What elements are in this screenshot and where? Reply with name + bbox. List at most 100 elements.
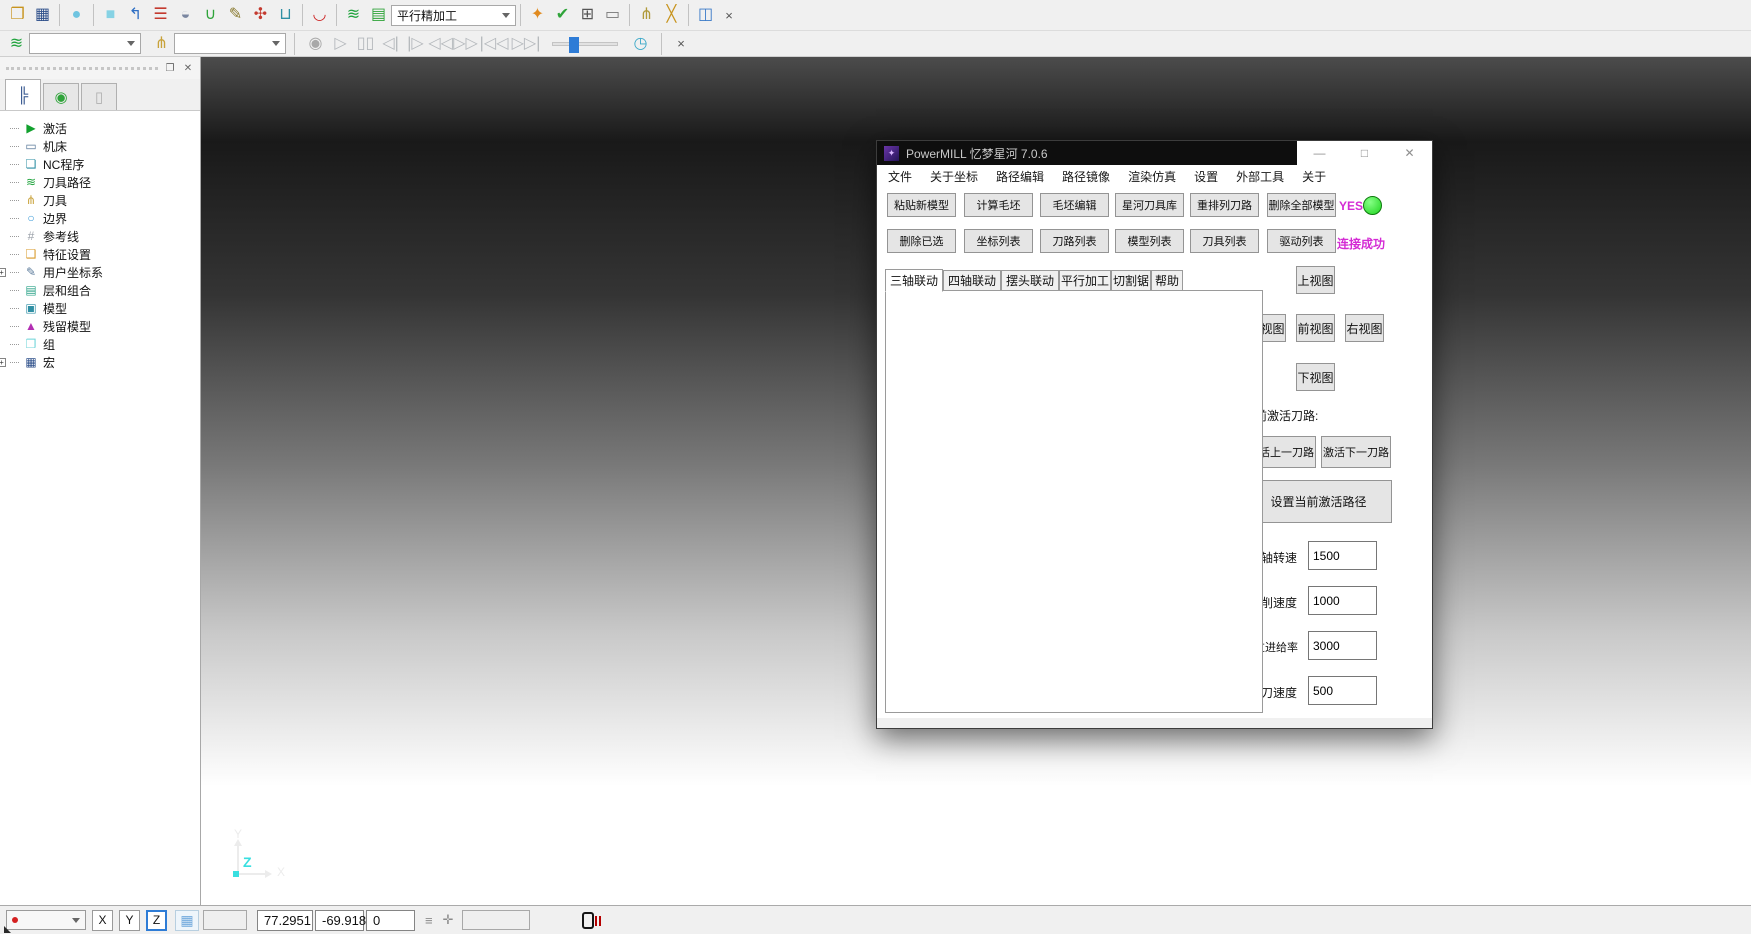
swap-tools-icon[interactable]: ╳: [659, 3, 684, 27]
delete-all-models-button[interactable]: 删除全部模型: [1267, 193, 1336, 217]
tab-saw[interactable]: 切割锯: [1111, 270, 1151, 291]
expand-icon[interactable]: +: [0, 268, 6, 277]
rewind-icon[interactable]: ◁◁: [428, 32, 453, 56]
step-back-icon[interactable]: ◁|: [378, 32, 403, 56]
calc-stock-button[interactable]: 计算毛坯: [964, 193, 1033, 217]
tool-select[interactable]: [174, 33, 286, 54]
simulation-speed-slider[interactable]: [552, 42, 618, 46]
expand-icon[interactable]: +: [0, 358, 6, 367]
toolpath-green-icon[interactable]: ≋: [4, 32, 29, 56]
menu-external-tools[interactable]: 外部工具: [1227, 168, 1293, 185]
panel-grip[interactable]: [6, 67, 158, 70]
collision-check-icon[interactable]: ◡: [307, 3, 332, 27]
trash-tab[interactable]: ▯: [81, 83, 117, 110]
clock-icon[interactable]: ◷: [628, 32, 653, 56]
tree-item-feature-set[interactable]: ❑特征设置: [6, 245, 200, 263]
lightbulb-icon[interactable]: ◉: [303, 32, 328, 56]
tree-item-macros[interactable]: +▦宏: [6, 353, 200, 371]
calculator-icon[interactable]: ⊞: [575, 3, 600, 27]
globe-tab[interactable]: ◉: [43, 83, 79, 110]
slider-handle[interactable]: [569, 37, 579, 53]
ruler-icon[interactable]: ▭: [600, 3, 625, 27]
set-active-path-button[interactable]: 设置当前激活路径: [1245, 480, 1392, 523]
view-right-button[interactable]: 右视图: [1345, 314, 1384, 342]
tree-item-groups[interactable]: ❒组: [6, 335, 200, 353]
tool-pair-icon[interactable]: ⋔: [634, 3, 659, 27]
toolpath-green-icon[interactable]: ≋: [341, 3, 366, 27]
tree-item-stock-models[interactable]: ▲残留模型: [6, 317, 200, 335]
skip-start-icon[interactable]: |◁◁: [478, 32, 510, 56]
rapid-feed-input[interactable]: [1308, 631, 1377, 660]
model-list-button[interactable]: 模型列表: [1115, 229, 1184, 253]
coord-list-button[interactable]: 坐标列表: [964, 229, 1033, 253]
tab-3axis[interactable]: 三轴联动: [885, 269, 943, 292]
pattern-pencil-icon[interactable]: ✎: [223, 3, 248, 27]
menu-path-edit[interactable]: 路径编辑: [987, 168, 1053, 185]
fast-forward-icon[interactable]: ▷▷: [453, 32, 478, 56]
drive-list-button[interactable]: 驱动列表: [1267, 229, 1336, 253]
pause-icon[interactable]: ▯▯: [353, 32, 378, 56]
block-icon[interactable]: ■: [98, 3, 123, 27]
feature-block-icon[interactable]: ⊔: [273, 3, 298, 27]
tree-item-levels[interactable]: ▤层和组合: [6, 281, 200, 299]
explorer-tree-tab[interactable]: ╠: [5, 79, 41, 110]
tab-4axis[interactable]: 四轴联动: [943, 270, 1001, 291]
workplane-dropdown[interactable]: [6, 910, 86, 930]
view-bottom-button[interactable]: 下视图: [1296, 363, 1335, 391]
tool-library-button[interactable]: 星河刀具库: [1115, 193, 1184, 217]
toolpath-fire-icon[interactable]: ✦: [525, 3, 550, 27]
close-button[interactable]: ✕: [1387, 141, 1432, 165]
sim-close-icon[interactable]: ×: [670, 32, 692, 56]
strategy-dropdown[interactable]: 平行精加工: [391, 5, 516, 26]
tree-item-activate[interactable]: ▶激活: [6, 119, 200, 137]
menu-about[interactable]: 关于: [1293, 168, 1335, 185]
skip-end-icon[interactable]: ▷▷|: [510, 32, 542, 56]
tree-item-tools[interactable]: ⋔刀具: [6, 191, 200, 209]
tab-parallel[interactable]: 平行加工: [1059, 270, 1111, 291]
menu-render-sim[interactable]: 渲染仿真: [1119, 168, 1185, 185]
maximize-button[interactable]: □: [1342, 141, 1387, 165]
axis-x-button[interactable]: X: [92, 910, 113, 931]
reorder-toolpaths-button[interactable]: 重排列刀路: [1190, 193, 1259, 217]
tree-item-machine[interactable]: ▭机床: [6, 137, 200, 155]
view-top-button[interactable]: 上视图: [1296, 266, 1335, 294]
tree-item-toolpaths[interactable]: ≋刀具路径: [6, 173, 200, 191]
tab-help[interactable]: 帮助: [1151, 270, 1183, 291]
nc-program-icon[interactable]: ☰: [148, 3, 173, 27]
toolpath-list-button[interactable]: 刀路列表: [1040, 229, 1109, 253]
tool-ball-icon[interactable]: ◒: [173, 3, 198, 27]
toolpath-arrow-icon[interactable]: ↰: [123, 3, 148, 27]
tree-item-boundary[interactable]: ○边界: [6, 209, 200, 227]
tools-group-icon[interactable]: ⋔: [149, 32, 174, 56]
points-icon[interactable]: ✣: [248, 3, 273, 27]
xyz-list-icon[interactable]: ≡: [425, 913, 433, 928]
axis-z-button[interactable]: Z: [146, 910, 167, 931]
tree-item-nc-program[interactable]: ❏NC程序: [6, 155, 200, 173]
plunge-speed-input[interactable]: [1308, 676, 1377, 705]
menu-settings[interactable]: 设置: [1185, 168, 1227, 185]
cylinders-icon[interactable]: ◫: [693, 3, 718, 27]
grid-snap-icon[interactable]: ▦: [175, 910, 199, 931]
cutting-speed-input[interactable]: [1308, 586, 1377, 615]
tool-list-button[interactable]: 刀具列表: [1190, 229, 1259, 253]
verify-check-icon[interactable]: ✔: [550, 3, 575, 27]
view-front-button[interactable]: 前视图: [1296, 314, 1335, 342]
dialog-titlebar[interactable]: ✦ PowerMILL 忆梦星河 7.0.6 — □ ✕: [877, 141, 1432, 165]
delete-selected-button[interactable]: 删除已选: [887, 229, 956, 253]
panel-restore-icon[interactable]: ❐: [164, 63, 176, 74]
menu-file[interactable]: 文件: [879, 168, 921, 185]
boundary-icon[interactable]: ∪: [198, 3, 223, 27]
paste-new-model-button[interactable]: 粘贴新模型: [887, 193, 956, 217]
tree-item-workplanes[interactable]: +✎用户坐标系: [6, 263, 200, 281]
play-icon[interactable]: ▷: [328, 32, 353, 56]
tree-item-pattern[interactable]: #参考线: [6, 227, 200, 245]
open-file-icon[interactable]: ❒: [5, 3, 30, 27]
save-file-icon[interactable]: ▦: [30, 3, 55, 27]
stock-edit-button[interactable]: 毛坯编辑: [1040, 193, 1109, 217]
tree-item-models[interactable]: ▣模型: [6, 299, 200, 317]
activate-next-button[interactable]: 激活下一刀路: [1321, 436, 1391, 468]
strategy-list-icon[interactable]: ▤: [366, 3, 391, 27]
toolbar-close-icon[interactable]: ×: [718, 3, 740, 27]
axis-y-button[interactable]: Y: [119, 910, 140, 931]
tab-swivel[interactable]: 摆头联动: [1001, 270, 1059, 291]
